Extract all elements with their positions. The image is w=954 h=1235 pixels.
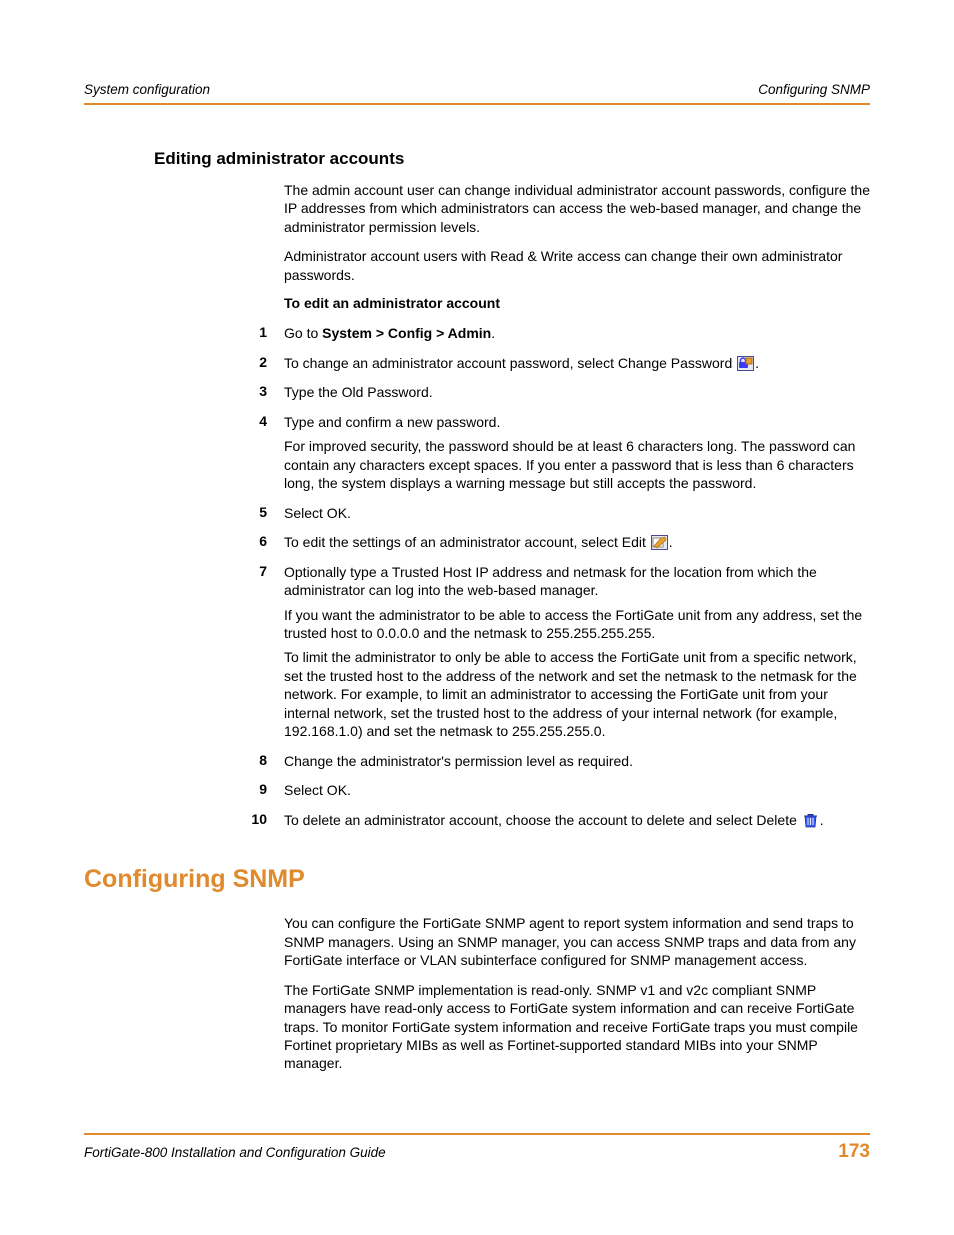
page-footer: FortiGate-800 Installation and Configura…: [84, 1133, 870, 1163]
step-number: 6: [251, 533, 284, 551]
page-number: 173: [838, 1141, 870, 1163]
step-note: If you want the administrator to be able…: [284, 606, 870, 643]
footer-title: FortiGate-800 Installation and Configura…: [84, 1145, 386, 1160]
subheading-to-edit: To edit an administrator account: [284, 295, 870, 311]
step-note: To limit the administrator to only be ab…: [284, 648, 870, 740]
step-number: 8: [251, 752, 284, 770]
header-right: Configuring SNMP: [758, 82, 870, 97]
edit-icon: [651, 535, 668, 550]
step-text: Change the administrator's permission le…: [284, 752, 870, 770]
intro-para-1: The admin account user can change indivi…: [284, 181, 870, 236]
step-9: 9 Select OK.: [284, 781, 870, 799]
snmp-para-1: You can configure the FortiGate SNMP age…: [284, 914, 870, 969]
step-number: 5: [251, 504, 284, 522]
step-text: To edit the settings of an administrator…: [284, 534, 650, 550]
step-text: Type and confirm a new password.: [284, 413, 870, 431]
step-1: 1 Go to System > Config > Admin.: [284, 324, 870, 342]
step-3: 3 Type the Old Password.: [284, 383, 870, 401]
snmp-para-2: The FortiGate SNMP implementation is rea…: [284, 981, 870, 1073]
page-header: System configuration Configuring SNMP: [84, 82, 870, 105]
step-note: For improved security, the password shou…: [284, 437, 870, 492]
intro-para-2: Administrator account users with Read & …: [284, 247, 870, 284]
step-number: 10: [251, 811, 284, 829]
header-left: System configuration: [84, 82, 210, 97]
delete-icon: [802, 813, 819, 828]
step-text: To change an administrator account passw…: [284, 355, 736, 371]
step-text: Select OK.: [284, 781, 870, 799]
step-5: 5 Select OK.: [284, 504, 870, 522]
step-number: 4: [251, 413, 284, 493]
step-number: 3: [251, 383, 284, 401]
step-text: To delete an administrator account, choo…: [284, 812, 801, 828]
step-8: 8 Change the administrator's permission …: [284, 752, 870, 770]
step-10: 10 To delete an administrator account, c…: [284, 811, 870, 829]
step-4: 4 Type and confirm a new password. For i…: [284, 413, 870, 493]
step-text: Select OK.: [284, 504, 870, 522]
step-number: 2: [251, 354, 284, 372]
step-nav: System > Config > Admin: [322, 325, 491, 341]
section-heading-editing: Editing administrator accounts: [154, 149, 870, 169]
step-text: Optionally type a Trusted Host IP addres…: [284, 563, 870, 600]
step-text: Go to: [284, 325, 322, 341]
step-2: 2 To change an administrator account pas…: [284, 354, 870, 372]
step-6: 6 To edit the settings of an administrat…: [284, 533, 870, 551]
step-number: 9: [251, 781, 284, 799]
step-number: 1: [251, 324, 284, 342]
change-password-icon: [737, 356, 754, 371]
main-heading-snmp: Configuring SNMP: [84, 865, 870, 894]
step-text: Type the Old Password.: [284, 383, 870, 401]
step-7: 7 Optionally type a Trusted Host IP addr…: [284, 563, 870, 741]
step-number: 7: [251, 563, 284, 741]
